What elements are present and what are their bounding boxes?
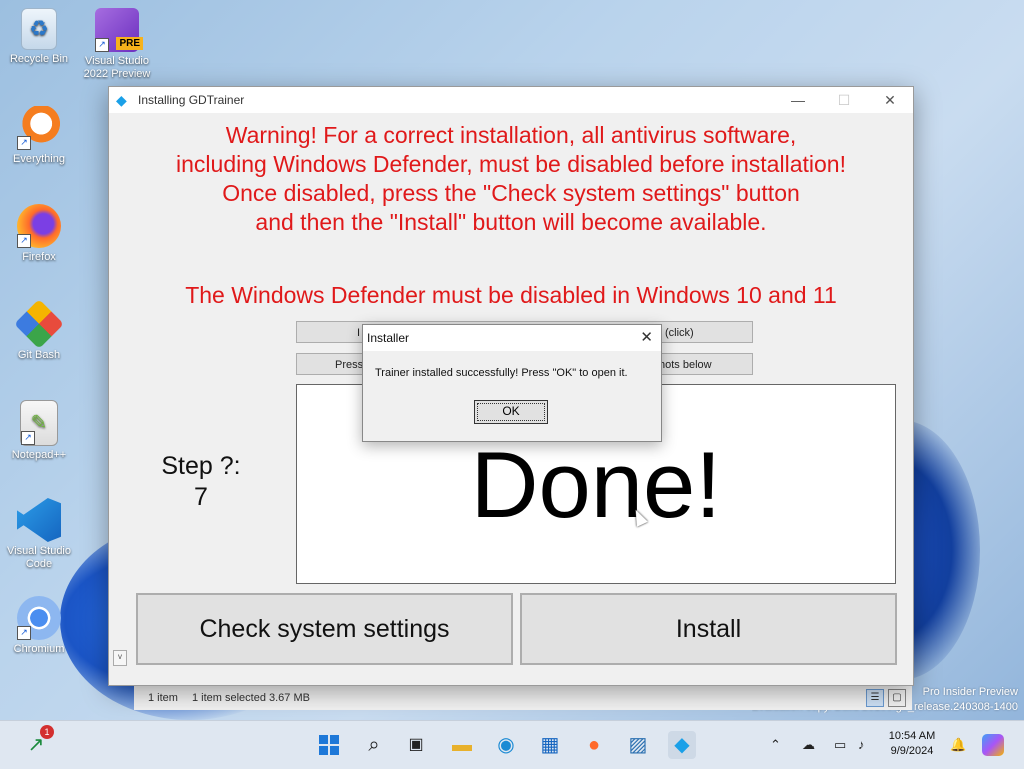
- view-toggles: ☰ ▢: [866, 689, 906, 707]
- store-icon[interactable]: ▦: [536, 731, 564, 759]
- step-label: Step ?:: [161, 452, 241, 480]
- dialog-titlebar[interactable]: Installer ✕: [363, 325, 661, 351]
- desktop-icon-label: Chromium: [13, 643, 65, 655]
- notification-bell-icon[interactable]: 🔔: [950, 731, 966, 759]
- notepad-plus-plus-icon: ✎ ↗: [20, 400, 58, 446]
- speaker-icon[interactable]: ♪: [858, 731, 865, 759]
- maximize-button: ☐: [837, 92, 851, 108]
- desktop-icon-visual-studio-code[interactable]: Visual Studio Code: [0, 498, 78, 571]
- recycle-bin-icon: ♻: [21, 8, 57, 50]
- windows-logo-icon: [319, 735, 339, 755]
- shortcut-arrow-icon: ↗: [17, 626, 31, 640]
- everything-search-icon: ↗: [17, 106, 61, 150]
- chromium-icon: ↗: [17, 596, 61, 640]
- item-count: 1 item: [148, 692, 178, 704]
- stocks-widget-icon[interactable]: ↗ 1: [22, 725, 54, 759]
- file-explorer-icon[interactable]: ▬: [448, 731, 476, 759]
- obscured-button-text: hots below: [659, 359, 712, 371]
- selection-info: 1 item selected 3.67 MB: [191, 692, 310, 704]
- gdtrainer-taskbar-icon[interactable]: ◆: [668, 731, 696, 759]
- clock-time: 10:54 AM: [888, 730, 936, 742]
- desktop-icon-label: Git Bash: [17, 349, 61, 361]
- warning-message: Warning! For a correct installation, all…: [109, 121, 913, 237]
- tiles-view-icon[interactable]: ▢: [888, 689, 906, 707]
- desktop-icon-label: Notepad++: [11, 449, 67, 461]
- minimize-button[interactable]: —: [775, 87, 821, 113]
- step-value: 7: [194, 483, 208, 511]
- task-view-icon[interactable]: ▣: [402, 731, 430, 759]
- dialog-title: Installer: [367, 331, 410, 345]
- desktop-icon-git-bash[interactable]: Git Bash: [0, 299, 78, 362]
- shortcut-arrow-icon: ↗: [17, 234, 31, 248]
- copilot-icon[interactable]: [982, 734, 1004, 756]
- notification-badge: 1: [40, 725, 54, 739]
- defender-notice: The Windows Defender must be disabled in…: [185, 282, 837, 308]
- step-indicator: Step ?: 7: [145, 451, 257, 513]
- tiny-scroll-button[interactable]: v: [113, 650, 127, 666]
- os-watermark-line1: Pro Insider Preview: [922, 686, 1018, 698]
- desktop-icon-label: Firefox: [22, 251, 56, 263]
- display-icon[interactable]: ▭: [834, 731, 846, 759]
- firefox-icon: ↗: [17, 204, 61, 248]
- details-view-icon[interactable]: ☰: [866, 689, 884, 707]
- window-title: Installing GDTrainer: [138, 93, 245, 107]
- pre-badge: PRE: [116, 37, 143, 50]
- desktop-icon-chromium[interactable]: ↗ Chromium: [0, 596, 78, 656]
- shortcut-arrow-icon: ↗: [95, 38, 109, 52]
- vscode-icon: [17, 498, 61, 542]
- desktop-icon-everything[interactable]: ↗ Everything: [0, 106, 78, 166]
- warning-line: Warning! For a correct installation, all…: [225, 122, 797, 148]
- taskbar: ↗ 1 ⌕ ▣ ▬ ◉ ▦ ● ▨ ◆ ⌃ ☁ ▭ ♪ 10:54 AM 9/9…: [0, 720, 1024, 769]
- git-bash-icon: [14, 299, 64, 349]
- close-button[interactable]: ✕: [867, 87, 913, 113]
- installer-dialog: Installer ✕ Trainer installed successful…: [362, 324, 662, 442]
- obscured-button-text: (click): [665, 327, 694, 339]
- desktop-icon-firefox[interactable]: ↗ Firefox: [0, 204, 78, 264]
- check-system-settings-button[interactable]: Check system settings: [136, 593, 513, 665]
- warning-line: Once disabled, press the "Check system s…: [222, 180, 800, 206]
- search-icon[interactable]: ⌕: [360, 731, 388, 759]
- ok-button[interactable]: OK: [474, 400, 548, 424]
- desktop-icon-label: Visual Studio Code: [6, 545, 71, 570]
- install-button[interactable]: Install: [520, 593, 897, 665]
- clock-date: 9/9/2024: [890, 745, 934, 757]
- obscured-button-text: Press: [335, 359, 364, 371]
- shortcut-arrow-icon: ↗: [21, 431, 35, 445]
- network-icon[interactable]: ☁: [802, 731, 815, 759]
- warning-line: and then the "Install" button will becom…: [255, 209, 767, 235]
- gem-icon: ◆: [116, 92, 127, 108]
- desktop-icon-label: Visual Studio 2022 Preview: [83, 55, 151, 80]
- photos-icon[interactable]: ▨: [624, 731, 652, 759]
- edge-icon[interactable]: ◉: [492, 731, 520, 759]
- desktop-icon-visual-studio-2022-preview[interactable]: PRE ↗ Visual Studio 2022 Preview: [78, 8, 156, 81]
- visual-studio-icon: PRE ↗: [95, 8, 143, 52]
- clock[interactable]: 10:54 AM 9/9/2024: [880, 729, 944, 759]
- shortcut-arrow-icon: ↗: [17, 136, 31, 150]
- desktop-icon-label: Everything: [13, 153, 65, 165]
- start-button[interactable]: [315, 731, 343, 759]
- window-titlebar[interactable]: ◆ Installing GDTrainer — ☐ ✕: [109, 87, 913, 113]
- desktop-icon-recycle-bin[interactable]: ♻ Recycle Bin: [0, 8, 78, 66]
- dialog-close-button[interactable]: ✕: [640, 325, 653, 351]
- explorer-status-bar: 1 item 1 item selected 3.67 MB ☰ ▢: [134, 686, 912, 710]
- firefox-taskbar-icon[interactable]: ●: [580, 731, 608, 759]
- dialog-message: Trainer installed successfully! Press "O…: [375, 367, 628, 379]
- warning-line: including Windows Defender, must be disa…: [176, 151, 846, 177]
- desktop-icon-notepad-plus-plus[interactable]: ✎ ↗ Notepad++: [0, 400, 78, 462]
- desktop-icon-label: Recycle Bin: [9, 53, 69, 65]
- done-text: Done!: [470, 432, 722, 537]
- obscured-button-text: I: [357, 327, 361, 339]
- tray-overflow-icon[interactable]: ⌃: [770, 731, 781, 759]
